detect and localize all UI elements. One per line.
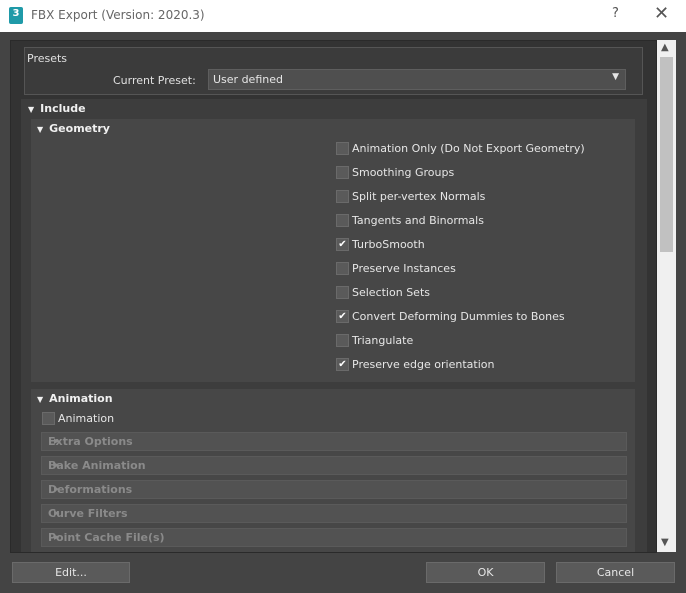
geometry-option-label: Preserve edge orientation [352,358,495,371]
geometry-option-label: Convert Deforming Dummies to Bones [352,310,565,323]
help-button[interactable]: ? [612,6,619,21]
window-title: FBX Export (Version: 2020.3) [31,8,205,22]
collapse-triangle-icon: ▼ [37,125,44,134]
close-button[interactable]: ✕ [654,3,669,24]
animation-subsection-header[interactable]: ▶ Point Cache File(s) [41,528,627,547]
animation-subsection-header[interactable]: ▶ Deformations [41,480,627,499]
geometry-option-label: Split per-vertex Normals [352,190,486,203]
animation-subsection-label: Deformations [48,483,133,496]
vertical-scrollbar[interactable]: ▲ ▼ [657,40,676,552]
include-rollout: ▼ Include ▼ Geometry Animation Only (Do No… [21,99,647,552]
expand-triangle-icon: ▶ [54,437,60,445]
geometry-option-label: Animation Only (Do Not Export Geometry) [352,142,585,155]
animation-subsection-label: Curve Filters [48,507,128,520]
animation-subsection-label: Bake Animation [48,459,146,472]
animation-subsection-label-wrap: ▶ Deformations [48,483,132,496]
animation-subsection-header[interactable]: ▶ Extra Options [41,432,627,451]
edit-button[interactable]: Edit... [12,562,130,583]
geometry-option-checkbox[interactable]: ✔ [336,310,349,323]
current-preset-value: User defined [213,73,283,86]
collapse-triangle-icon: ▼ [28,105,35,114]
geometry-option-checkbox[interactable]: ✔ [336,238,349,251]
geometry-option-label: Selection Sets [352,286,430,299]
geometry-option-checkbox[interactable]: ✔ [336,358,349,371]
current-preset-select[interactable]: User defined ▼ [208,69,626,90]
3dsmax-app-icon: 3 [9,7,23,24]
animation-subsection-label: Extra Options [48,435,133,448]
geometry-option-label: TurboSmooth [352,238,425,251]
geometry-option-label: Smoothing Groups [352,166,455,179]
presets-label: Presets [27,52,68,65]
geometry-rollout-header[interactable]: ▼ Geometry [37,122,110,135]
animation-subsection-header[interactable]: ▶ Curve Filters [41,504,627,523]
include-title: Include [40,102,86,115]
geometry-option-label: Tangents and Binormals [352,214,484,227]
animation-rollout: ▼ Animation Animation ▶ Extra Options ▶ Bake… [31,389,635,552]
geometry-option-label: Preserve Instances [352,262,456,275]
animation-subsection-label-wrap: ▶ Curve Filters [48,507,128,520]
expand-triangle-icon: ▶ [54,509,60,517]
animation-subsection-label: Point Cache File(s) [48,531,165,544]
geometry-option-checkbox[interactable] [336,286,349,299]
include-rollout-header[interactable]: ▼ Include [28,102,86,115]
animation-subsection-label-wrap: ▶ Bake Animation [48,459,146,472]
geometry-option-label: Triangulate [352,334,414,347]
geometry-option-checkbox[interactable] [336,214,349,227]
scroll-thumb[interactable] [660,57,673,252]
settings-panel: Presets Current Preset: User defined ▼ ▼… [10,40,657,553]
animation-checkbox-label: Animation [58,412,115,425]
geometry-option-checkbox[interactable] [336,190,349,203]
geometry-option-checkbox[interactable] [336,142,349,155]
expand-triangle-icon: ▶ [54,533,60,541]
animation-subsection-label-wrap: ▶ Point Cache File(s) [48,531,165,544]
animation-checkbox[interactable] [42,412,55,425]
cancel-button[interactable]: Cancel [556,562,675,583]
expand-triangle-icon: ▶ [54,461,60,469]
title-bar: 3 FBX Export (Version: 2020.3) ? ✕ [0,0,686,32]
expand-triangle-icon: ▶ [54,485,60,493]
dropdown-arrow-icon: ▼ [612,72,619,82]
geometry-option-checkbox[interactable] [336,166,349,179]
animation-rollout-header[interactable]: ▼ Animation [37,392,113,405]
animation-subsection-label-wrap: ▶ Extra Options [48,435,133,448]
geometry-title: Geometry [49,122,110,135]
geometry-option-checkbox[interactable] [336,334,349,347]
collapse-triangle-icon: ▼ [37,395,44,404]
geometry-rollout: ▼ Geometry Animation Only (Do Not Export … [31,119,635,382]
ok-button[interactable]: OK [426,562,545,583]
scroll-down-arrow-icon[interactable]: ▼ [661,537,669,548]
animation-subsection-header[interactable]: ▶ Bake Animation [41,456,627,475]
animation-title: Animation [49,392,113,405]
current-preset-label: Current Preset: [113,74,196,87]
presets-group: Presets Current Preset: User defined ▼ [24,47,643,95]
geometry-option-checkbox[interactable] [336,262,349,275]
scroll-up-arrow-icon[interactable]: ▲ [661,42,669,53]
